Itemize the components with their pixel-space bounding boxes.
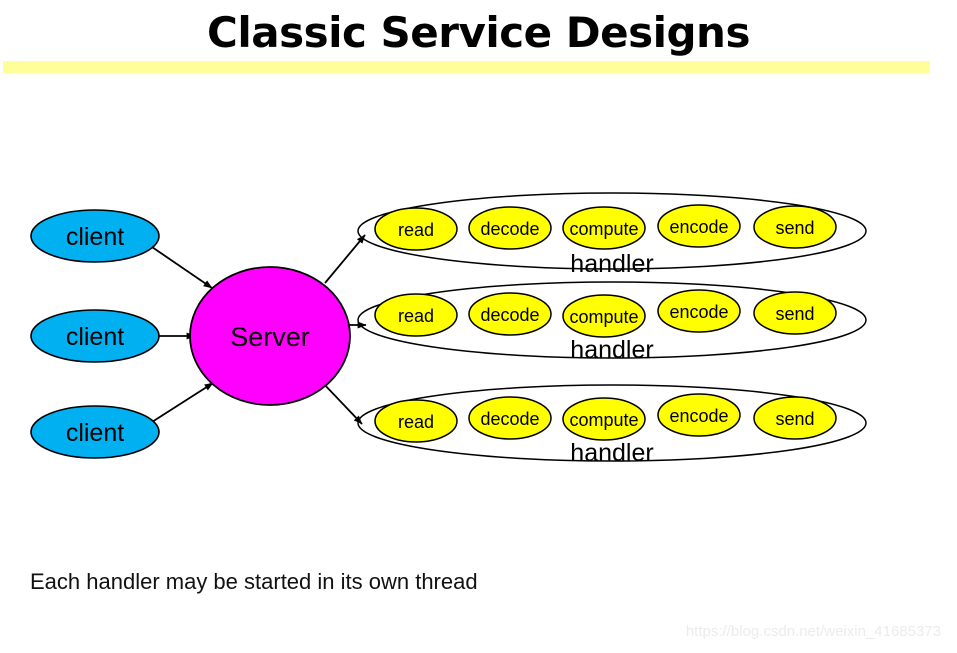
stage-node-read[interactable]: read: [374, 399, 458, 443]
arrow-client3-to-server: [151, 382, 214, 423]
stage-label: compute: [569, 307, 638, 327]
stage-label: send: [775, 304, 814, 324]
stage-node-send[interactable]: send: [753, 291, 837, 335]
stage-label: read: [398, 306, 434, 326]
stage-label: encode: [669, 406, 728, 426]
stage-node-decode[interactable]: decode: [468, 206, 552, 250]
stage-node-encode[interactable]: encode: [657, 204, 741, 248]
stage-label: decode: [480, 219, 539, 239]
stage-node-send[interactable]: send: [753, 396, 837, 440]
arrow-client1-to-server: [151, 246, 213, 289]
client-label: client: [66, 223, 124, 251]
stage-label: compute: [569, 219, 638, 239]
server-node[interactable]: Server: [189, 266, 351, 406]
stage-node-decode[interactable]: decode: [468, 292, 552, 336]
stage-node-encode[interactable]: encode: [657, 393, 741, 437]
handler-label: handler: [570, 250, 653, 278]
client-node-2[interactable]: client: [30, 309, 160, 363]
stage-label: decode: [480, 305, 539, 325]
client-label: client: [66, 323, 124, 351]
stage-label: read: [398, 220, 434, 240]
stage-label: decode: [480, 409, 539, 429]
watermark-text: https://blog.csdn.net/weixin_41685373: [685, 623, 941, 640]
stage-node-send[interactable]: send: [753, 205, 837, 249]
stage-node-compute[interactable]: compute: [562, 294, 646, 338]
stage-label: send: [775, 409, 814, 429]
stage-node-read[interactable]: read: [374, 293, 458, 337]
handler-group-2[interactable]: read decode compute encode send handler: [357, 281, 867, 364]
stage-node-encode[interactable]: encode: [657, 289, 741, 333]
client-node-1[interactable]: client: [30, 209, 160, 263]
handler-label: handler: [570, 439, 653, 467]
stage-label: compute: [569, 410, 638, 430]
arrow-server-to-handler3: [321, 381, 363, 425]
stage-node-read[interactable]: read: [374, 207, 458, 251]
stage-node-compute[interactable]: compute: [562, 206, 646, 250]
stage-node-decode[interactable]: decode: [468, 396, 552, 440]
server-label: Server: [230, 322, 310, 352]
stage-label: encode: [669, 217, 728, 237]
stage-node-compute[interactable]: compute: [562, 397, 646, 441]
stage-label: read: [398, 412, 434, 432]
client-node-3[interactable]: client: [30, 405, 160, 459]
handler-label: handler: [570, 336, 653, 364]
service-design-diagram: client client client Server read decode: [30, 192, 867, 467]
client-label: client: [66, 419, 124, 447]
stage-label: send: [775, 218, 814, 238]
handler-group-1[interactable]: read decode compute encode send handler: [357, 192, 867, 278]
stage-label: encode: [669, 302, 728, 322]
slide-caption: Each handler may be started in its own t…: [30, 569, 478, 594]
slide-canvas: Classic Service Designs client client cl…: [0, 0, 957, 653]
arrow-server-to-handler1: [324, 234, 366, 284]
handler-group-3[interactable]: read decode compute encode send handler: [357, 384, 867, 467]
